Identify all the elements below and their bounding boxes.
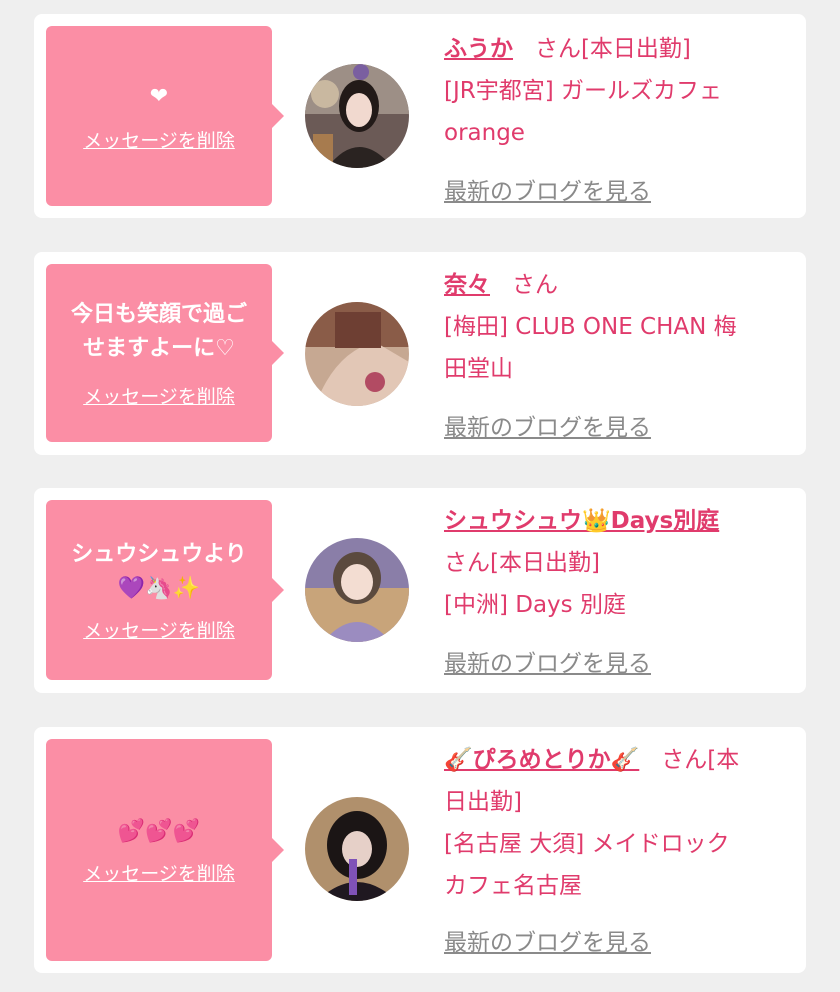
latest-blog-link[interactable]: 最新のブログを見る: [444, 408, 651, 442]
message-text-line: 今日も笑顔で過ご: [70, 301, 247, 327]
status-text: さん[本日出勤]: [444, 550, 600, 576]
shop-line: カフェ名古屋: [444, 873, 582, 899]
favorite-card: シュウシュウより 💜🦄✨ メッセージを削除 シュウシュウ👑Days別庭 さん[本…: [34, 488, 806, 693]
shop-line: [JR宇都宮] ガールズカフェ: [444, 78, 723, 104]
status-text: さん[本: [661, 747, 740, 773]
girl-name-link[interactable]: 奈々: [444, 272, 490, 298]
shop-line: [名古屋 大須] メイドロック: [444, 831, 730, 857]
status-text: さん: [511, 272, 558, 298]
girl-info: 奈々 さん [梅田] CLUB ONE CHAN 梅 田堂山: [444, 264, 794, 390]
favorite-card: ❤ メッセージを削除 ふうか さん[本日出勤] [JR宇都宮] ガールズカフェ …: [34, 14, 806, 218]
avatar[interactable]: [305, 302, 409, 406]
shop-line: [中洲] Days 別庭: [444, 592, 626, 618]
shop-line: [梅田] CLUB ONE CHAN 梅: [444, 314, 737, 340]
girl-name-link[interactable]: ふうか: [444, 36, 513, 62]
latest-blog-link[interactable]: 最新のブログを見る: [444, 172, 651, 206]
message-bubble: シュウシュウより 💜🦄✨ メッセージを削除: [46, 500, 284, 680]
delete-message-link[interactable]: メッセージを削除: [83, 616, 235, 643]
status-text: 日出勤]: [444, 789, 522, 815]
message-bubble: 今日も笑顔で過ご せますよーに♡ メッセージを削除: [46, 264, 284, 442]
avatar[interactable]: [305, 64, 409, 168]
avatar[interactable]: [305, 797, 409, 901]
favorite-card: 💕💕💕 メッセージを削除 🎸ぴろめとりか🎸 さん[本 日出勤] [名古屋 大須]…: [34, 727, 806, 973]
message-bubble: 💕💕💕 メッセージを削除: [46, 739, 284, 961]
girl-info: シュウシュウ👑Days別庭 さん[本日出勤] [中洲] Days 別庭: [444, 500, 794, 626]
message-text: 💕💕💕: [117, 818, 201, 844]
favorite-card: 今日も笑顔で過ご せますよーに♡ メッセージを削除 奈々 さん [梅田] CLU…: [34, 252, 806, 455]
shop-line: 田堂山: [444, 356, 513, 382]
avatar[interactable]: [305, 538, 409, 642]
message-text-line: シュウシュウより: [71, 541, 247, 567]
latest-blog-link[interactable]: 最新のブログを見る: [444, 644, 651, 678]
message-text-line: 💜🦄✨: [117, 575, 201, 601]
girl-name-link[interactable]: シュウシュウ👑Days別庭: [444, 508, 719, 534]
message-text-line: せますよーに♡: [83, 335, 235, 361]
delete-message-link[interactable]: メッセージを削除: [83, 126, 235, 153]
girl-info: ふうか さん[本日出勤] [JR宇都宮] ガールズカフェ orange: [444, 28, 794, 154]
message-bubble: ❤ メッセージを削除: [46, 26, 284, 206]
status-text: さん[本日出勤]: [534, 36, 691, 62]
delete-message-link[interactable]: メッセージを削除: [83, 382, 235, 409]
girl-name-link[interactable]: 🎸ぴろめとりか🎸: [444, 747, 639, 773]
latest-blog-link[interactable]: 最新のブログを見る: [444, 923, 651, 957]
delete-message-link[interactable]: メッセージを削除: [83, 859, 235, 886]
shop-line: orange: [444, 120, 525, 146]
message-text: ❤: [149, 83, 169, 109]
girl-info: 🎸ぴろめとりか🎸 さん[本 日出勤] [名古屋 大須] メイドロック カフェ名古…: [444, 739, 794, 907]
